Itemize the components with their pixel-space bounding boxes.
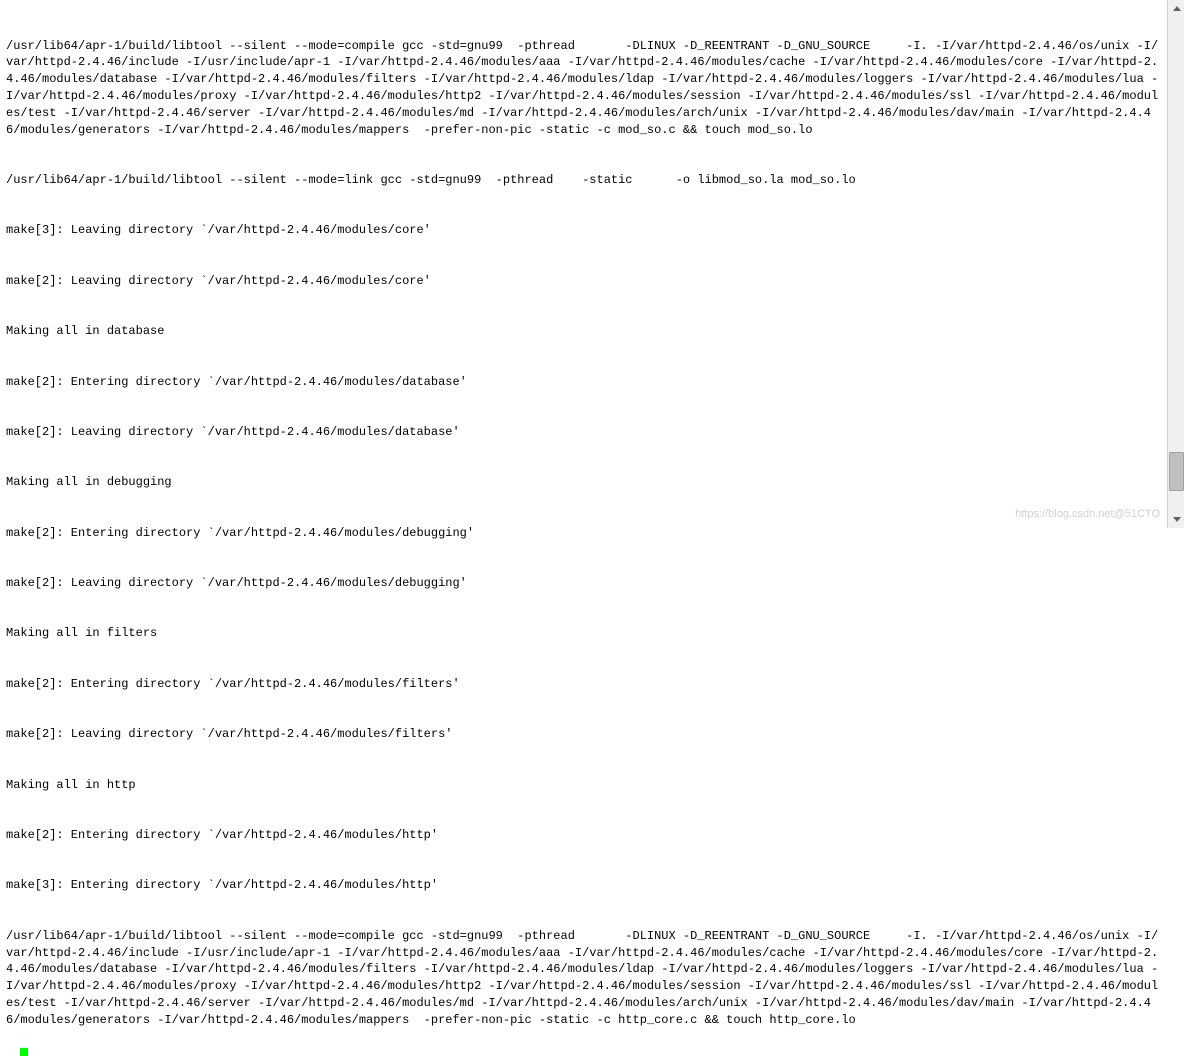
terminal-line: /usr/lib64/apr-1/build/libtool --silent … — [6, 172, 1160, 189]
terminal-line: make[2]: Leaving directory `/var/httpd-2… — [6, 726, 1160, 743]
terminal-line: make[2]: Leaving directory `/var/httpd-2… — [6, 575, 1160, 592]
terminal-line: Making all in database — [6, 323, 1160, 340]
scroll-thumb[interactable] — [1169, 452, 1184, 492]
terminal-line: make[2]: Entering directory `/var/httpd-… — [6, 374, 1160, 391]
terminal-line: make[2]: Leaving directory `/var/httpd-2… — [6, 424, 1160, 441]
vertical-scrollbar[interactable] — [1167, 0, 1184, 528]
terminal-cursor — [20, 1048, 28, 1056]
scroll-track[interactable] — [1168, 17, 1184, 511]
terminal-line: Making all in filters — [6, 625, 1160, 642]
terminal-line: make[2]: Leaving directory `/var/httpd-2… — [6, 273, 1160, 290]
scroll-down-arrow-icon[interactable] — [1168, 511, 1184, 528]
terminal-line: make[3]: Leaving directory `/var/httpd-2… — [6, 222, 1160, 239]
terminal-line: make[2]: Entering directory `/var/httpd-… — [6, 525, 1160, 542]
terminal-output[interactable]: /usr/lib64/apr-1/build/libtool --silent … — [0, 0, 1166, 1056]
watermark-text: https://blog.csdn.net@51CTO — [1015, 507, 1160, 522]
terminal-line: make[2]: Entering directory `/var/httpd-… — [6, 676, 1160, 693]
scroll-up-arrow-icon[interactable] — [1168, 0, 1184, 17]
terminal-line: /usr/lib64/apr-1/build/libtool --silent … — [6, 38, 1160, 139]
terminal-line: Making all in debugging — [6, 474, 1160, 491]
terminal-line: Making all in http — [6, 777, 1160, 794]
terminal-line: /usr/lib64/apr-1/build/libtool --silent … — [6, 928, 1160, 1029]
terminal-line: make[2]: Entering directory `/var/httpd-… — [6, 827, 1160, 844]
terminal-line: make[3]: Entering directory `/var/httpd-… — [6, 877, 1160, 894]
